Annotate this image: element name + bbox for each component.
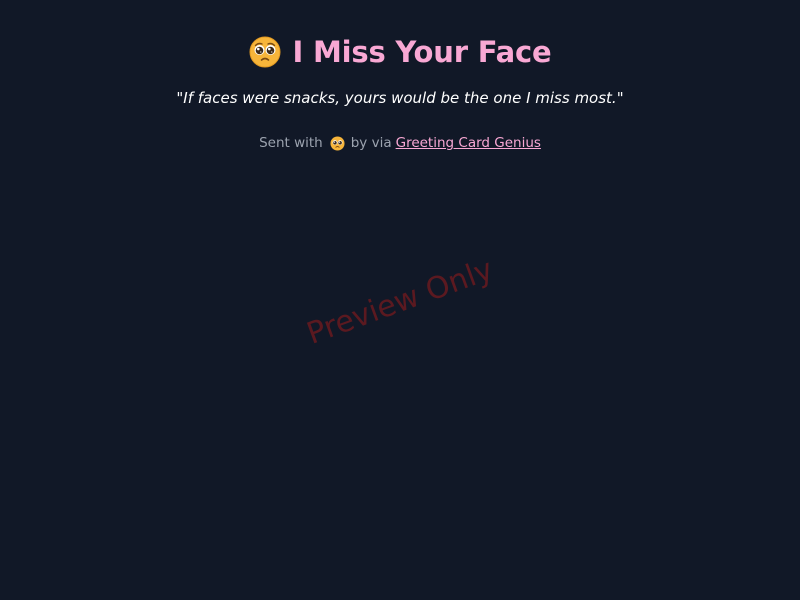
card-footer: Sent with by via Greeting Card Genius: [0, 134, 800, 152]
card-title: I Miss Your Face: [292, 35, 552, 69]
greeting-card: I Miss Your Face "If faces were snacks, …: [0, 0, 800, 600]
by-via-label: by via: [350, 135, 392, 151]
pleading-face-icon: [330, 135, 345, 151]
preview-watermark: Preview Only: [302, 252, 498, 352]
card-quote: "If faces were snacks, yours would be th…: [176, 89, 624, 107]
pleading-face-icon: [249, 36, 281, 68]
title-row: I Miss Your Face: [0, 34, 800, 70]
sent-with-label: Sent with: [259, 135, 323, 151]
greeting-card-genius-link[interactable]: Greeting Card Genius: [396, 134, 541, 152]
